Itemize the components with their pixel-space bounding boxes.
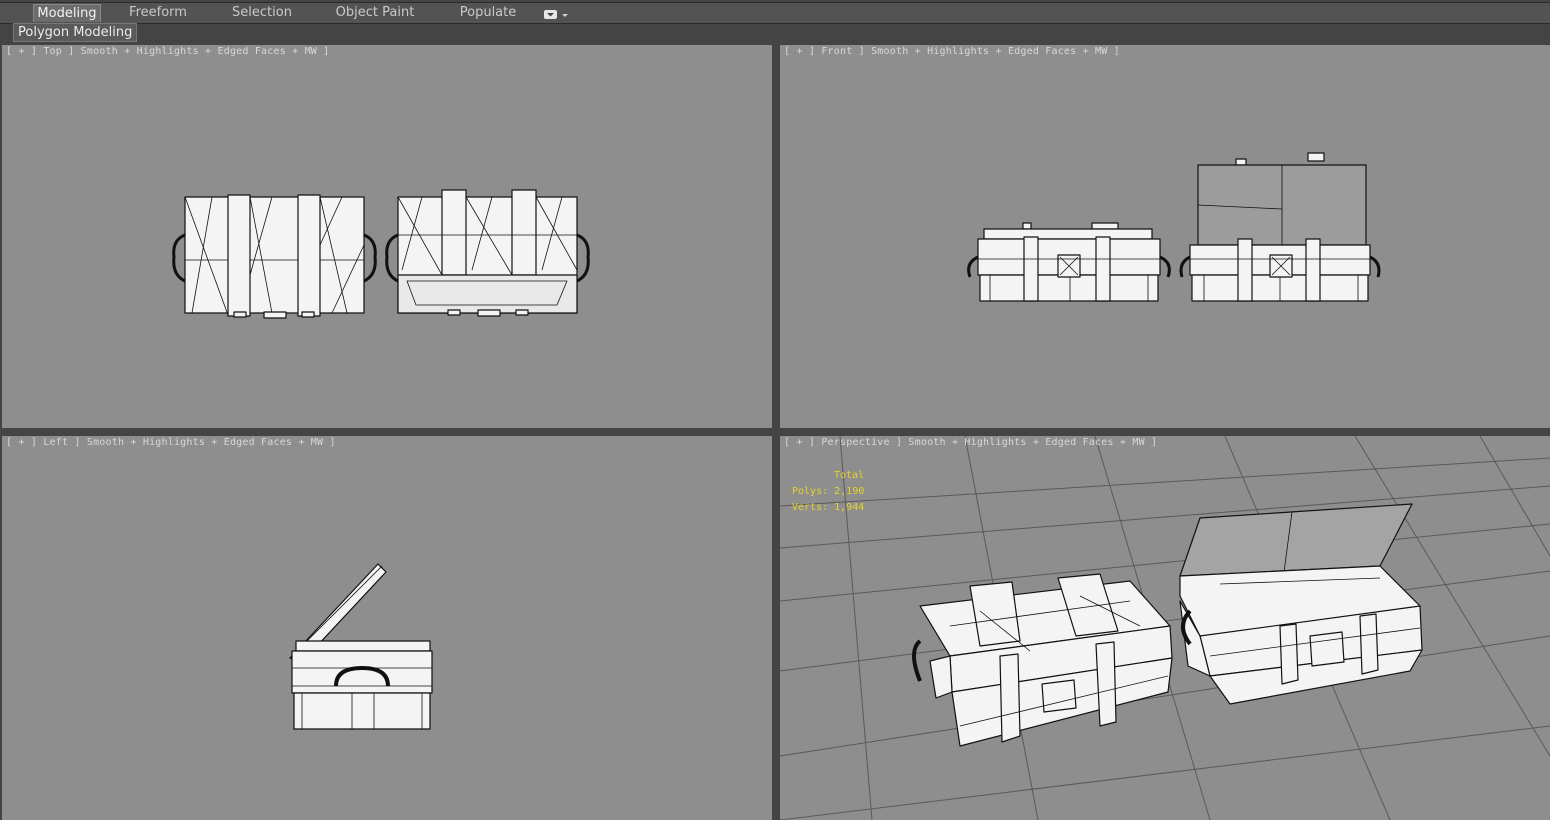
front-view-model: [967, 152, 1381, 302]
top-view-model: [172, 189, 590, 319]
viewport-perspective[interactable]: [ + ] Perspective ] Smooth + Highlights …: [780, 436, 1550, 820]
perspective-view-model: [780, 436, 1550, 820]
viewport-front[interactable]: [ + ] Front ] Smooth + Highlights + Edge…: [780, 45, 1550, 428]
ribbon-group-polygon-modeling[interactable]: Polygon Modeling: [13, 23, 138, 42]
ribbon-options-dropdown[interactable]: [542, 7, 570, 21]
viewport-left[interactable]: [ + ] Left ] Smooth + Highlights + Edged…: [2, 436, 772, 820]
chevron-down-icon: [544, 10, 568, 19]
stats-title: Total: [834, 470, 865, 481]
tab-populate[interactable]: Populate: [450, 4, 526, 22]
viewport-top[interactable]: [ + ] Top ] Smooth + Highlights + Edged …: [2, 45, 772, 428]
tab-selection[interactable]: Selection: [222, 4, 302, 22]
stats-verts: Verts: 1,944: [792, 502, 865, 513]
ribbon-tab-bar: Modeling Freeform Selection Object Paint…: [0, 2, 1550, 24]
tab-modeling[interactable]: Modeling: [33, 4, 101, 22]
left-view-model: [289, 563, 433, 730]
stats-polys: Polys: 2,190: [792, 486, 865, 497]
tab-object-paint[interactable]: Object Paint: [330, 4, 420, 22]
tab-freeform[interactable]: Freeform: [118, 4, 198, 22]
viewport-label[interactable]: [ + ] Perspective ] Smooth + Highlights …: [784, 437, 1157, 448]
ribbon: Modeling Freeform Selection Object Paint…: [0, 0, 1550, 44]
scene-statistics: Total Polys: 2,190 Verts: 1,944: [792, 468, 864, 516]
